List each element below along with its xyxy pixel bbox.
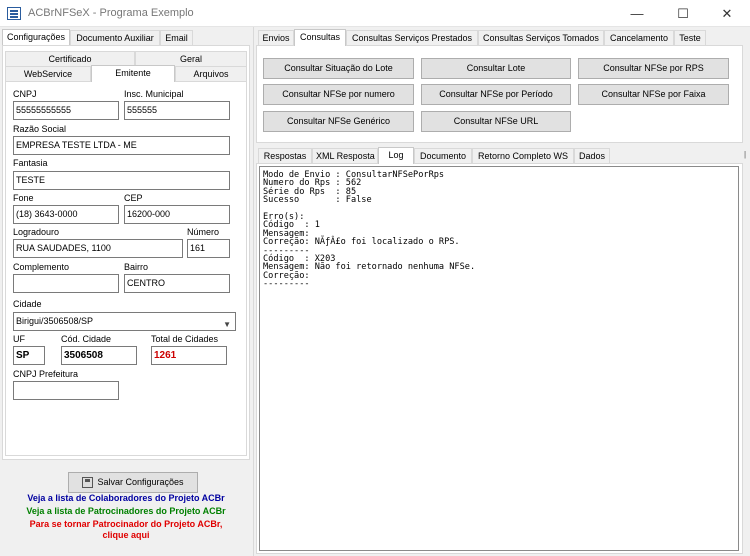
cnpj-field[interactable]: 55555555555 (13, 101, 119, 120)
total-cidades-field[interactable]: 1261 (151, 346, 227, 365)
consultar-situacao-lote-button[interactable]: Consultar Situação do Lote (263, 58, 414, 79)
tab-email[interactable]: Email (160, 30, 193, 46)
fantasia-field[interactable]: TESTE (13, 171, 230, 190)
tab-dados[interactable]: Dados (574, 148, 610, 164)
uf-field[interactable]: SP (13, 346, 45, 365)
save-config-label: Salvar Configurações (97, 477, 184, 487)
tab-envios[interactable]: Envios (258, 30, 294, 46)
title-bar: ACBrNFSeX - Programa Exemplo — ☐ ✕ (0, 0, 750, 27)
log-line: Correção: (263, 270, 310, 281)
complemento-field[interactable] (13, 274, 119, 293)
colaboradores-link[interactable]: Veja a lista de Colaboradores do Projeto… (2, 493, 250, 503)
uf-label: UF (13, 334, 25, 344)
tab-retorno-completo-ws[interactable]: Retorno Completo WS (472, 148, 574, 164)
log-line: Sucesso : False (263, 195, 372, 206)
consultar-nfse-generico-button[interactable]: Consultar NFSe Genérico (263, 111, 414, 132)
consultar-nfse-rps-button[interactable]: Consultar NFSe por RPS (578, 58, 729, 79)
razao-field[interactable]: EMPRESA TESTE LTDA - ME (13, 136, 230, 155)
cnpj-prefeitura-field[interactable] (13, 381, 119, 400)
maximize-button[interactable]: ☐ (660, 0, 706, 27)
app-icon (7, 7, 21, 20)
fone-label: Fone (13, 193, 34, 203)
im-label: Insc. Municipal (124, 89, 184, 99)
logradouro-label: Logradouro (13, 227, 60, 237)
log-line: Mensagem: Não foi retornado nenhuma NFSe… (263, 262, 476, 273)
clique-aqui-link[interactable]: clique aqui (2, 530, 250, 540)
consultar-nfse-numero-button[interactable]: Consultar NFSe por numero (263, 84, 414, 105)
tab-respostas[interactable]: Respostas (258, 148, 312, 164)
log-line: Erro(s): (263, 211, 305, 222)
log-line: Correção: NÃƒÂ£o foi localizado o RPS. (263, 237, 460, 248)
minimize-button[interactable]: — (614, 0, 660, 27)
consultar-nfse-faixa-button[interactable]: Consultar NFSe por Faixa (578, 84, 729, 105)
tab-consultas[interactable]: Consultas (294, 29, 346, 46)
tab-xml-resposta[interactable]: XML Resposta (312, 148, 378, 164)
complemento-label: Complemento (13, 262, 70, 272)
window-title: ACBrNFSeX - Programa Exemplo (28, 7, 194, 19)
cep-label: CEP (124, 193, 143, 203)
tab-documento-auxiliar[interactable]: Documento Auxiliar (70, 30, 160, 46)
cidade-select[interactable]: Birigui/3506508/SP ▼ (13, 312, 236, 331)
tab-configuracoes[interactable]: Configurações (2, 29, 70, 45)
log-line: --------- (263, 279, 310, 290)
splitter[interactable] (253, 27, 254, 556)
save-icon (82, 477, 94, 489)
tornar-patrocinador-link[interactable]: Para se tornar Patrocinador do Projeto A… (2, 519, 250, 529)
tab-log[interactable]: Log (378, 147, 414, 164)
tab-consultas-servicos-prestados[interactable]: Consultas Serviços Prestados (346, 30, 478, 46)
cidade-value: Birigui/3506508/SP (16, 316, 94, 326)
consultar-nfse-periodo-button[interactable]: Consultar NFSe por Período (421, 84, 571, 105)
chevron-down-icon[interactable]: ▼ (223, 316, 231, 330)
tab-emitente[interactable]: Emitente (91, 65, 175, 82)
tab-documento[interactable]: Documento (414, 148, 472, 164)
cnpj-label: CNPJ (13, 89, 37, 99)
im-field[interactable]: 555555 (124, 101, 230, 120)
numero-field[interactable]: 161 (187, 239, 230, 258)
numero-label: Número (187, 227, 220, 237)
patrocinadores-link[interactable]: Veja a lista de Patrocinadores do Projet… (2, 506, 250, 516)
close-button[interactable]: ✕ (704, 0, 750, 27)
tab-webservice[interactable]: WebService (5, 66, 91, 82)
cod-cidade-label: Cód. Cidade (61, 334, 112, 344)
tab-teste[interactable]: Teste (674, 30, 706, 46)
log-textarea[interactable]: Modo de Envio : ConsultarNFSePorRps Numer… (259, 166, 739, 551)
tab-arquivos[interactable]: Arquivos (175, 66, 247, 82)
cidade-label: Cidade (13, 299, 42, 309)
cod-cidade-field[interactable]: 3506508 (61, 346, 137, 365)
tab-consultas-servicos-tomados[interactable]: Consultas Serviços Tomados (478, 30, 604, 46)
consultar-nfse-url-button[interactable]: Consultar NFSe URL (421, 111, 571, 132)
fone-field[interactable]: (18) 3643-0000 (13, 205, 119, 224)
total-cidades-label: Total de Cidades (151, 334, 219, 344)
log-line: Código : 1 (263, 220, 320, 231)
edge-marker: | (744, 150, 747, 159)
consultar-lote-button[interactable]: Consultar Lote (421, 58, 571, 79)
bairro-label: Bairro (124, 262, 149, 272)
cep-field[interactable]: 16200-000 (124, 205, 230, 224)
save-config-button[interactable]: Salvar Configurações (68, 472, 198, 493)
logradouro-field[interactable]: RUA SAUDADES, 1100 (13, 239, 183, 258)
fantasia-label: Fantasia (13, 158, 48, 168)
tab-cancelamento[interactable]: Cancelamento (604, 30, 674, 46)
razao-label: Razão Social (13, 124, 67, 134)
bairro-field[interactable]: CENTRO (124, 274, 230, 293)
cnpj-prefeitura-label: CNPJ Prefeitura (13, 369, 79, 379)
